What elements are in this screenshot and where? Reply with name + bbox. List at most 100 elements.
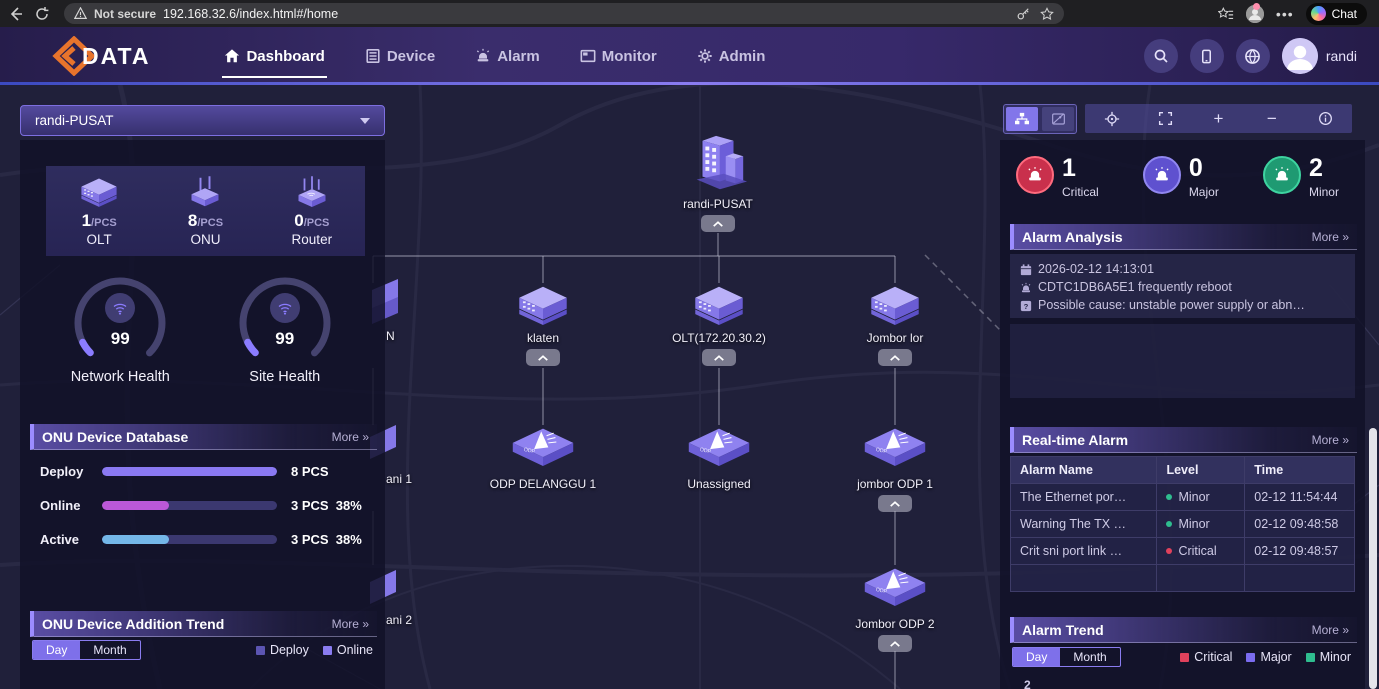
language-button[interactable] <box>1236 39 1270 73</box>
tab-day[interactable]: Day <box>1013 648 1060 666</box>
table-row[interactable]: The Ethernet por… Minor 02-12 11:54:44 <box>1011 484 1355 511</box>
collapse-button[interactable] <box>702 349 736 366</box>
tab-month[interactable]: Month <box>1060 648 1119 666</box>
more-link[interactable]: More » <box>1312 623 1349 637</box>
page-scrollbar-thumb[interactable] <box>1369 428 1377 689</box>
table-row[interactable]: Warning The TX … Minor 02-12 09:48:58 <box>1011 511 1355 538</box>
back-icon[interactable] <box>8 6 24 22</box>
bar-fill <box>102 501 169 510</box>
col-header-time: Time <box>1245 457 1355 484</box>
chat-label: Chat <box>1332 7 1357 21</box>
map-canvas[interactable]: randi-PUSAT klaten <box>0 85 1379 689</box>
left-panel: 1/PCS OLT 8/PCS ONU <box>20 140 385 689</box>
topology-node-odp[interactable]: ODP ODP DELANGGU 1 <box>478 425 608 491</box>
tab-dashboard[interactable]: Dashboard <box>222 42 326 71</box>
chevron-up-icon <box>713 354 725 362</box>
section-alarm-trend-header: Alarm Trend More » <box>1010 617 1357 643</box>
more-link[interactable]: More » <box>1312 433 1349 447</box>
topology-node-olt[interactable]: klaten <box>478 281 608 366</box>
alarm-major[interactable]: 0 Major <box>1143 156 1219 220</box>
collapse-button[interactable] <box>878 495 912 512</box>
browser-menu-icon[interactable]: ••• <box>1276 6 1294 22</box>
username: randi <box>1326 48 1357 64</box>
topology-node-olt[interactable]: OLT(172.20.30.2) <box>654 281 784 366</box>
node-label: Jombor lor <box>830 331 960 345</box>
collapse-button[interactable] <box>878 635 912 652</box>
chevron-up-icon <box>537 354 549 362</box>
alarm-icon <box>475 48 491 64</box>
address-bar[interactable]: Not secure 192.168.32.6/index.html#/home <box>64 3 1064 24</box>
topology-view-button[interactable] <box>1006 107 1038 131</box>
topology-node-odp[interactable]: ODP jombor ODP 1 <box>830 425 960 512</box>
app-logo[interactable]: DATA <box>52 36 150 76</box>
bookmark-star-icon[interactable] <box>1040 7 1054 21</box>
alarm-label: Minor <box>1309 185 1339 199</box>
table-row[interactable]: Crit sni port link … Critical 02-12 09:4… <box>1011 538 1355 565</box>
alarm-analysis-card[interactable]: 2026-02-12 14:13:01 CDTC1DB6A5E1 frequen… <box>1010 254 1355 318</box>
more-link[interactable]: More » <box>1312 230 1349 244</box>
stat-olt[interactable]: 1/PCS OLT <box>46 166 152 256</box>
alarm-summary: 1 Critical 0 Major <box>1000 140 1365 220</box>
stat-count: 8 <box>188 211 197 230</box>
more-link[interactable]: More » <box>332 430 369 444</box>
stat-router[interactable]: 0/PCS Router <box>259 166 365 256</box>
fullscreen-button[interactable] <box>1150 104 1180 133</box>
site-selector-dropdown[interactable]: randi-PUSAT <box>20 105 385 136</box>
topology-node-olt[interactable]: Jombor lor <box>830 281 960 366</box>
zoom-out-button[interactable]: − <box>1257 104 1287 133</box>
right-panel: 1 Critical 0 Major <box>1000 140 1365 689</box>
tab-day[interactable]: Day <box>33 641 80 659</box>
fullscreen-icon <box>1158 111 1173 126</box>
collapse-button[interactable] <box>701 215 735 232</box>
tab-alarm[interactable]: Alarm <box>473 42 542 71</box>
site-selector-value: randi-PUSAT <box>35 113 114 128</box>
stat-onu[interactable]: 8/PCS ONU <box>152 166 258 256</box>
collapse-button[interactable] <box>878 349 912 366</box>
legend-critical: Critical <box>1180 650 1232 664</box>
mobile-app-button[interactable] <box>1190 39 1224 73</box>
alarm-minor[interactable]: 2 Minor <box>1263 156 1339 220</box>
level-dot <box>1166 521 1172 527</box>
level-dot <box>1166 494 1172 500</box>
bar-track <box>102 501 277 510</box>
map-view-button[interactable] <box>1042 107 1074 131</box>
info-icon <box>1318 111 1333 126</box>
favorites-collections-icon[interactable] <box>1218 6 1234 22</box>
tab-month[interactable]: Month <box>80 641 139 659</box>
monitor-icon <box>580 48 596 64</box>
gauge-value: 99 <box>45 329 195 349</box>
browser-profile-avatar[interactable] <box>1246 5 1264 23</box>
tab-monitor[interactable]: Monitor <box>578 42 659 71</box>
key-icon[interactable] <box>1016 7 1030 21</box>
tab-label: Dashboard <box>246 48 324 65</box>
more-link[interactable]: More » <box>332 617 369 631</box>
table-header-row: Alarm Name Level Time <box>1011 457 1355 484</box>
trend-period-tabs: Day Month <box>1012 647 1121 667</box>
alarm-trend-legend: Critical Major Minor <box>1180 650 1351 664</box>
topology-node-site[interactable]: randi-PUSAT <box>653 133 783 232</box>
bar-fill <box>102 535 169 544</box>
realtime-alarm-table: Alarm Name Level Time The Ethernet por… … <box>1010 456 1355 592</box>
locate-button[interactable] <box>1097 104 1127 133</box>
help-icon: ? <box>1020 300 1032 312</box>
gauge-label: Network Health <box>45 369 195 385</box>
odp-icon: ODP <box>687 425 751 475</box>
topology-node-odp[interactable]: ODP Unassigned <box>654 425 784 491</box>
cell-level: Minor <box>1157 511 1245 538</box>
refresh-icon[interactable] <box>34 6 50 22</box>
zoom-in-button[interactable]: + <box>1203 104 1233 133</box>
info-button[interactable] <box>1310 104 1340 133</box>
tab-admin[interactable]: Admin <box>695 42 768 71</box>
tab-device[interactable]: Device <box>363 42 437 71</box>
legend-swatch <box>1180 653 1189 662</box>
copilot-chat-button[interactable]: Chat <box>1306 3 1367 25</box>
search-button[interactable] <box>1144 39 1178 73</box>
alarm-critical[interactable]: 1 Critical <box>1016 156 1099 220</box>
stat-label: Router <box>292 232 333 247</box>
olt-device-icon <box>864 281 926 329</box>
tab-label: Alarm <box>497 48 540 65</box>
topology-node-odp[interactable]: ODP Jombor ODP 2 <box>830 565 960 652</box>
collapse-button[interactable] <box>526 349 560 366</box>
admin-gear-icon <box>697 48 713 64</box>
user-menu[interactable]: randi <box>1282 38 1357 74</box>
